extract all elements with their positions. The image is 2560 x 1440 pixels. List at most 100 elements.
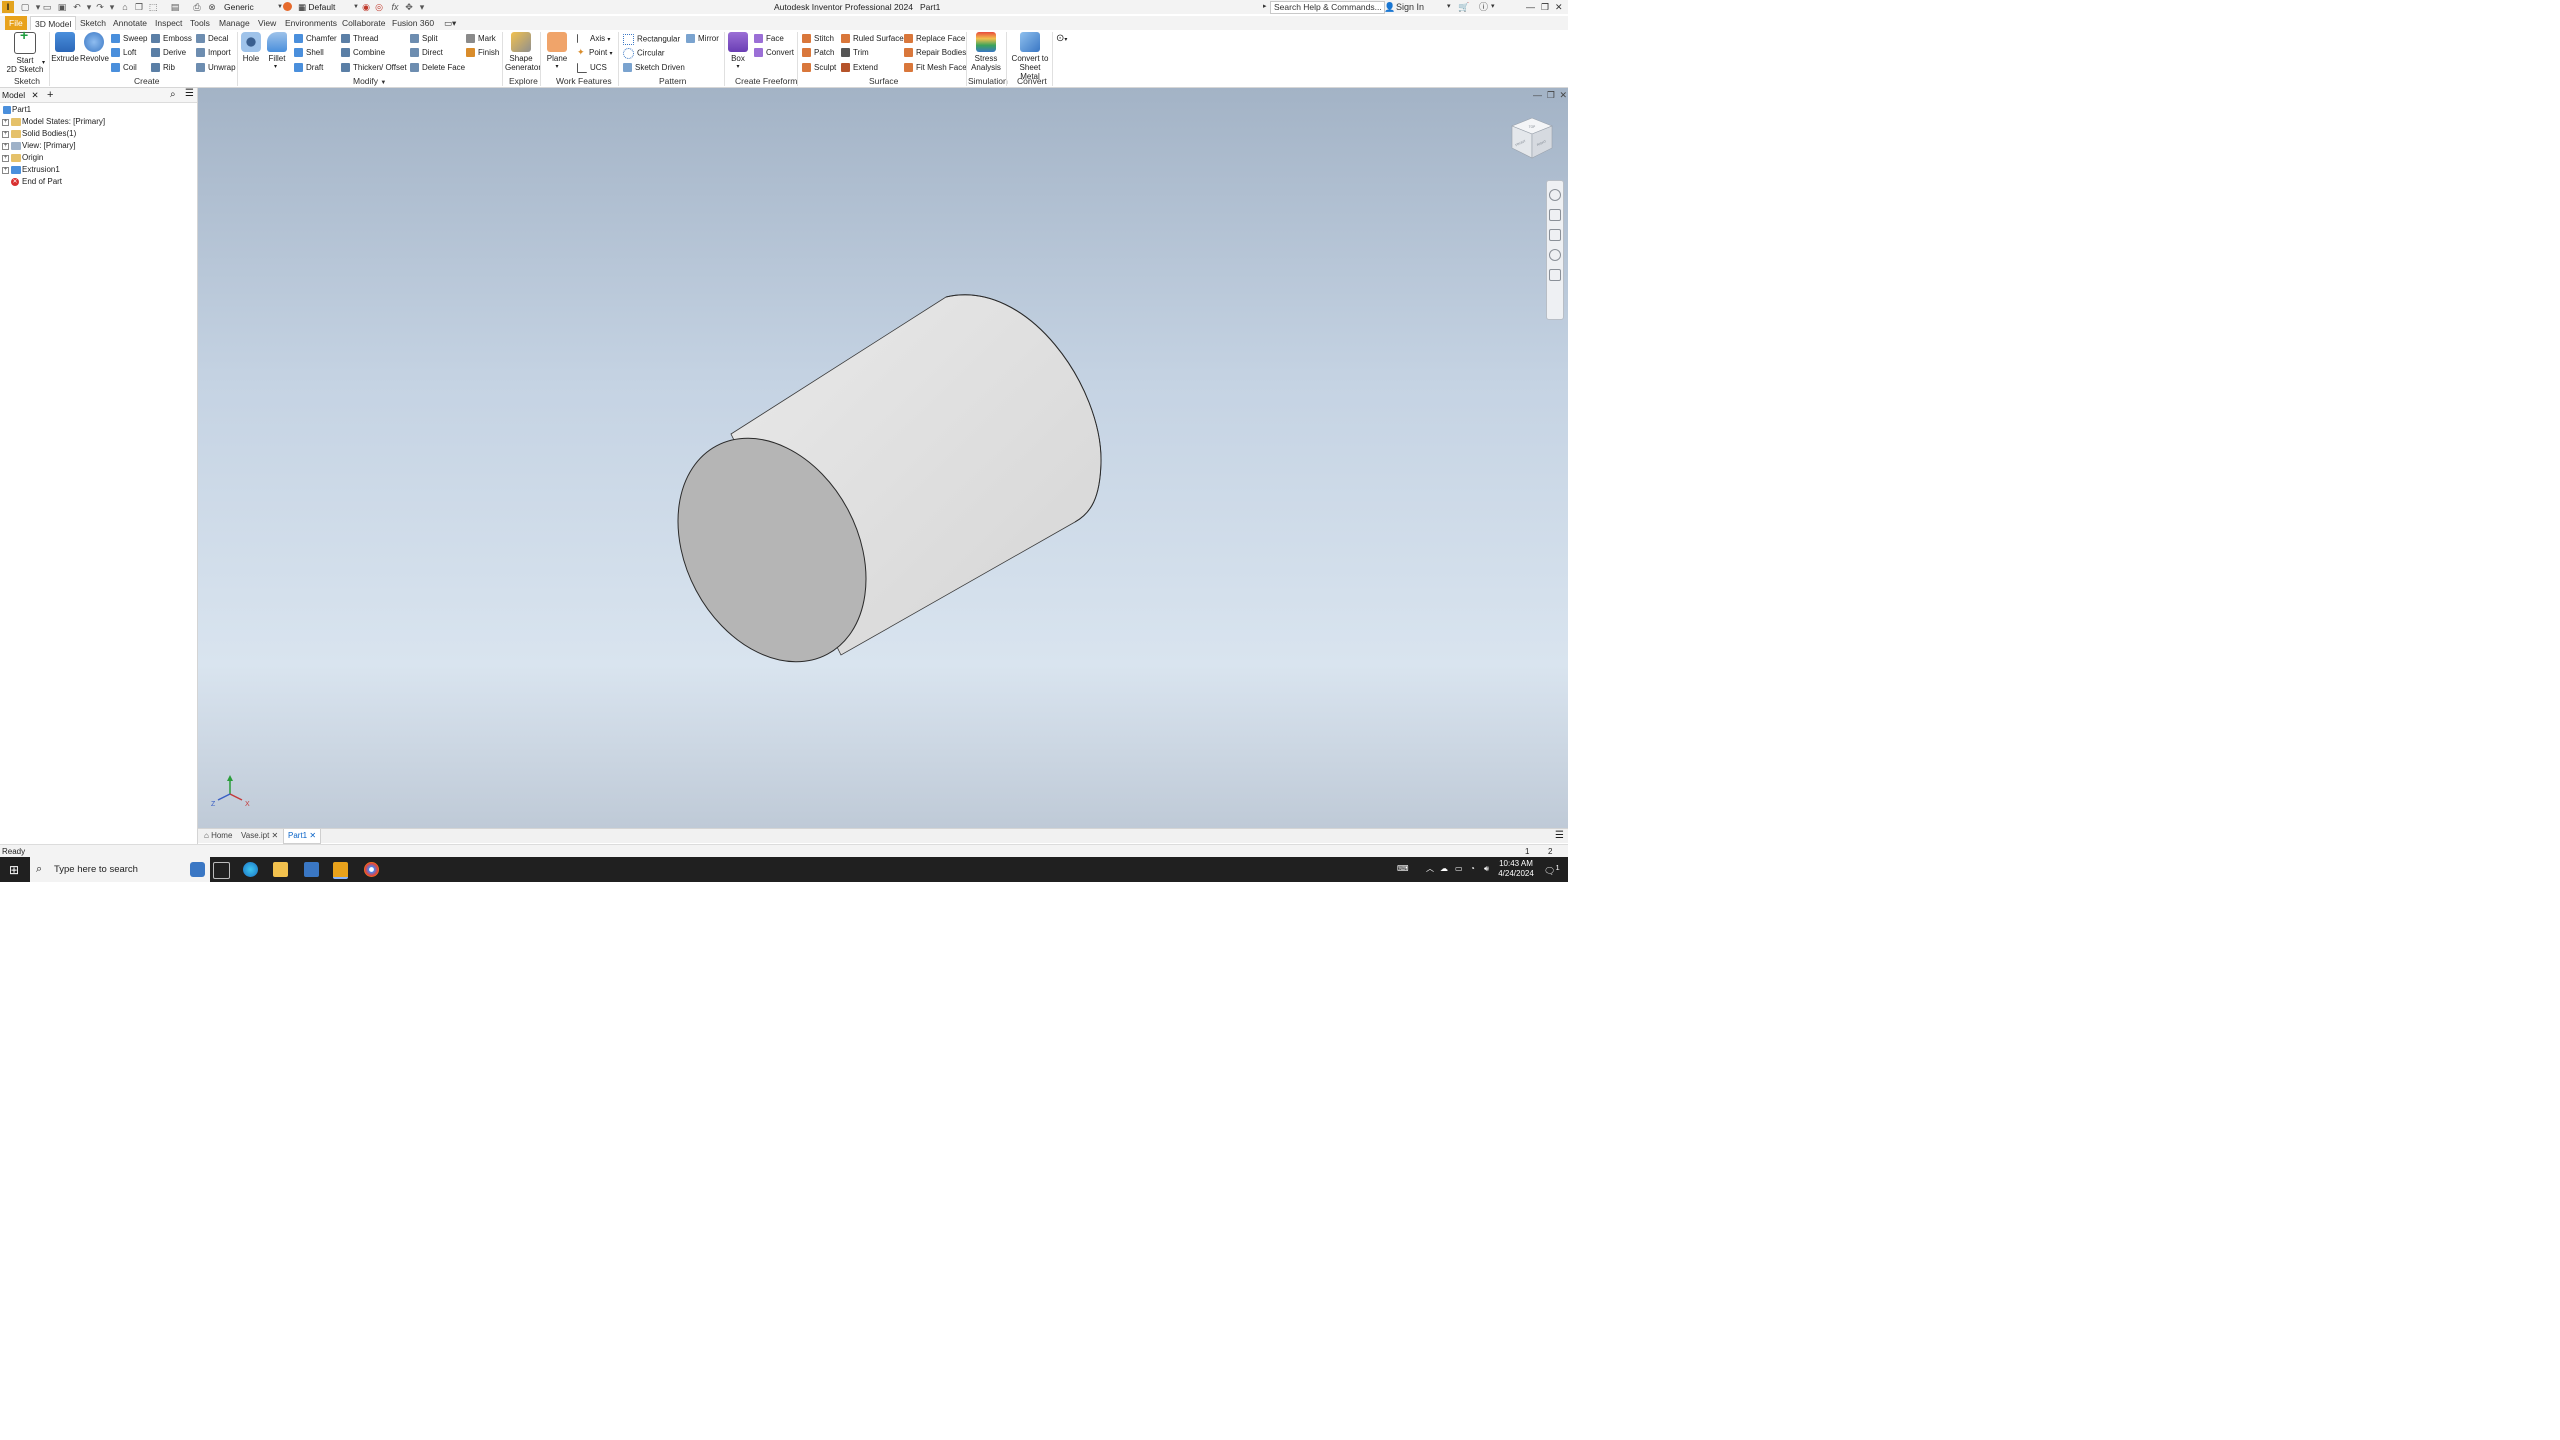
mirror-button[interactable]: Mirror: [686, 34, 719, 44]
file-explorer-icon[interactable]: [273, 862, 288, 877]
tab-inspect[interactable]: Inspect: [151, 16, 186, 30]
ribbon-options-icon[interactable]: ⊙▾: [1056, 34, 1067, 45]
expand-icon[interactable]: +: [2, 167, 9, 174]
menu-icon[interactable]: ☰: [185, 88, 194, 99]
taskbar-search-box[interactable]: ⌕ Type here to search: [30, 857, 210, 882]
fillet-button[interactable]: Fillet: [266, 32, 288, 63]
direct-button[interactable]: Direct: [410, 48, 443, 58]
rectangular-pattern-button[interactable]: Rectangular: [623, 34, 680, 45]
tab-annotate[interactable]: Annotate: [109, 16, 151, 30]
expand-icon[interactable]: +: [2, 131, 9, 138]
coil-button[interactable]: Coil: [111, 63, 137, 73]
emboss-button[interactable]: Emboss: [151, 34, 192, 44]
plane-button[interactable]: Plane ▾: [545, 32, 569, 72]
expand-icon[interactable]: +: [2, 119, 9, 126]
undo-icon[interactable]: ↶: [72, 2, 82, 12]
tab-tools[interactable]: Tools: [186, 16, 214, 30]
sweep-button[interactable]: Sweep: [111, 34, 147, 44]
sketch-dropdown-icon[interactable]: ▾: [42, 58, 45, 68]
fillet-dropdown-icon[interactable]: ▾: [274, 62, 277, 72]
point-button[interactable]: ✦ Point ▾: [577, 48, 612, 59]
volume-icon[interactable]: 🔊︎: [1484, 864, 1489, 874]
appearance-combo[interactable]: ▦ Default ▼: [298, 1, 359, 13]
derive-button[interactable]: Derive: [151, 48, 186, 58]
undo-dropdown-icon[interactable]: ▾: [84, 2, 94, 12]
expand-icon[interactable]: +: [2, 155, 9, 162]
revolve-button[interactable]: Revolve: [80, 32, 109, 63]
replace-face-button[interactable]: Replace Face: [904, 34, 965, 44]
delete-face-button[interactable]: Delete Face: [410, 63, 465, 73]
inventor-logo-icon[interactable]: I: [2, 1, 14, 13]
decal-button[interactable]: Decal: [196, 34, 228, 44]
combine-button[interactable]: Combine: [341, 48, 385, 58]
axis-button[interactable]: Axis ▾: [577, 34, 610, 45]
stress-analysis-button[interactable]: Stress Analysis: [969, 32, 1003, 72]
sketch-driven-pattern-button[interactable]: Sketch Driven: [623, 63, 685, 73]
close-icon[interactable]: ✕: [1555, 1, 1563, 13]
sculpt-button[interactable]: Sculpt: [802, 63, 836, 73]
mark-button[interactable]: Mark: [466, 34, 496, 44]
store-icon[interactable]: [304, 862, 319, 877]
help-dropdown-icon[interactable]: ▾: [1491, 1, 1495, 13]
finish-button[interactable]: Finish: [466, 48, 499, 58]
close-tab-icon[interactable]: ✕: [309, 831, 316, 840]
expand-icon[interactable]: +: [2, 143, 9, 150]
panel-options-icon[interactable]: ▭▾: [440, 16, 460, 30]
cart-icon[interactable]: 🛒: [1458, 1, 1469, 13]
onedrive-icon[interactable]: ☁: [1440, 864, 1448, 874]
inventor-taskbar-icon[interactable]: [333, 862, 348, 879]
tab-manage[interactable]: Manage: [215, 16, 254, 30]
tab-fusion-360[interactable]: Fusion 360: [388, 16, 438, 30]
loft-button[interactable]: Loft: [111, 48, 136, 58]
search-icon[interactable]: ⌕: [170, 89, 176, 100]
trim-button[interactable]: Trim: [841, 48, 869, 58]
fit-mesh-face-button[interactable]: Fit Mesh Face: [904, 63, 967, 73]
doc-tab-part1[interactable]: Part1 ✕: [283, 829, 322, 844]
clock[interactable]: 10:43 AM 4/24/2024: [1494, 859, 1538, 879]
circular-pattern-button[interactable]: Circular: [623, 48, 665, 59]
graphics-window[interactable]: — ❐ ✕ TOP FRONT RIGHT X Z: [198, 88, 1568, 828]
unwrap-button[interactable]: Unwrap: [196, 63, 236, 73]
convert-to-sheet-metal-button[interactable]: Convert to Sheet Metal: [1009, 32, 1051, 81]
orbit-icon[interactable]: [1549, 249, 1561, 261]
tab-view[interactable]: View: [254, 16, 280, 30]
freeform-box-button[interactable]: Box ▾: [727, 32, 749, 72]
tab-menu-icon[interactable]: ☰: [1555, 830, 1564, 841]
zoom-icon[interactable]: [1549, 229, 1561, 241]
tab-environments[interactable]: Environments: [281, 16, 341, 30]
expand-search-icon[interactable]: ▸: [1263, 1, 1267, 13]
notifications-icon[interactable]: 🗨︎1: [1544, 863, 1560, 876]
split-button[interactable]: Split: [410, 34, 438, 44]
sign-in-link[interactable]: Sign In: [1396, 1, 1424, 13]
task-view-icon[interactable]: [213, 862, 230, 879]
full-navigation-wheel-icon[interactable]: [1549, 189, 1561, 201]
windows-start-icon[interactable]: ⊞: [9, 863, 19, 877]
group-label-modify[interactable]: Modify ▼: [353, 76, 386, 86]
home-icon[interactable]: ⌂: [120, 2, 130, 12]
search-help-input[interactable]: Search Help & Commands...: [1270, 1, 1385, 14]
tab-model[interactable]: Model ✕ +: [2, 89, 53, 101]
extrude-button[interactable]: Extrude: [51, 32, 79, 63]
tab-3d-model[interactable]: 3D Model: [30, 16, 77, 30]
wifi-icon[interactable]: ◔: [1470, 864, 1475, 874]
look-at-icon[interactable]: [1549, 269, 1561, 281]
move-icon[interactable]: ✥: [404, 2, 414, 12]
patch-button[interactable]: Patch: [802, 48, 834, 58]
show-hidden-icons[interactable]: ︿: [1426, 864, 1434, 874]
network-icon[interactable]: ▭: [1455, 864, 1463, 874]
close-tab-icon[interactable]: ✕: [272, 831, 279, 840]
adjust-icon[interactable]: ◉: [361, 2, 371, 12]
doc-tab-vase[interactable]: Vase.ipt ✕: [237, 829, 282, 843]
doc-tab-home[interactable]: ⌂ Home: [200, 829, 236, 843]
tab-sketch[interactable]: Sketch: [76, 16, 110, 30]
freeform-face-button[interactable]: Face: [754, 34, 784, 44]
edge-icon[interactable]: [243, 862, 258, 877]
user-icon[interactable]: 👤: [1384, 1, 1395, 13]
pan-icon[interactable]: [1549, 209, 1561, 221]
extend-button[interactable]: Extend: [841, 63, 878, 73]
open-icon[interactable]: ▭: [42, 2, 52, 12]
restore-icon[interactable]: ❐: [1541, 1, 1549, 13]
chrome-icon[interactable]: [364, 862, 379, 877]
chamfer-button[interactable]: Chamfer: [294, 34, 337, 44]
clear-appearance-icon[interactable]: ◎: [374, 2, 384, 12]
